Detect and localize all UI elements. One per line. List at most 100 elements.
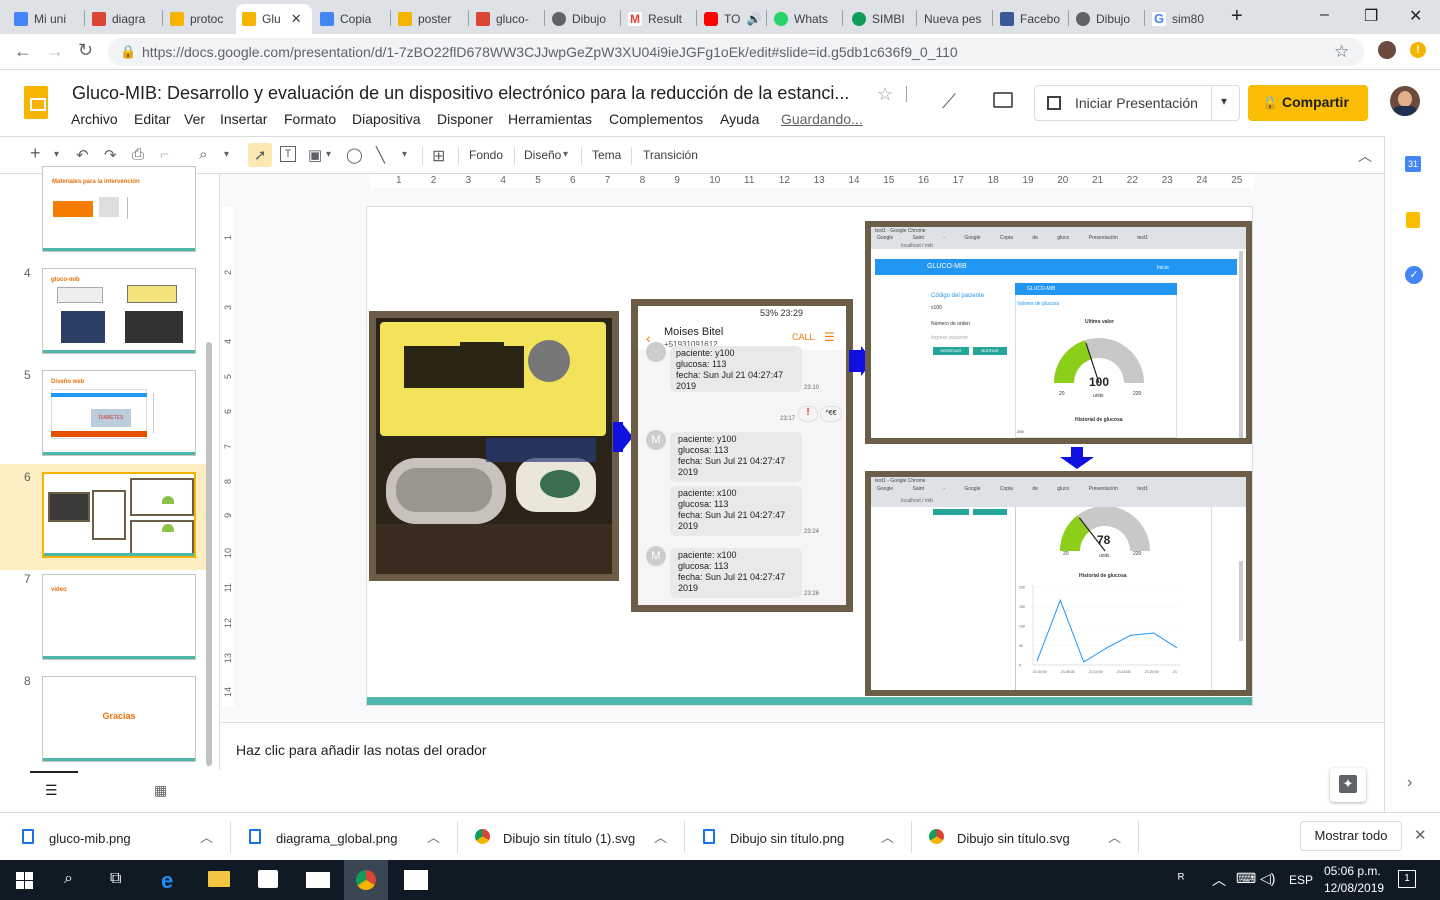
calendar-icon[interactable]: 31 [1405, 156, 1421, 172]
menu-ver[interactable]: Ver [184, 111, 205, 127]
speaker-notes[interactable] [221, 722, 1384, 812]
browser-tab[interactable]: TO 🔊 [698, 4, 766, 34]
chevron-up-icon[interactable]: ︿ [1108, 827, 1121, 846]
add-comment-icon[interactable]: ⊞ [432, 146, 445, 166]
print-icon[interactable]: ⎙ [132, 146, 144, 163]
task-view-icon[interactable]: ⧉ [110, 870, 121, 888]
browser-tab[interactable]: M Result [622, 4, 698, 34]
volume-icon[interactable]: ◁) [1260, 870, 1275, 887]
user-avatar[interactable] [1390, 86, 1420, 116]
chevron-down-icon[interactable]: ▾ [224, 149, 229, 160]
menu-archivo[interactable]: Archivo [71, 111, 118, 127]
browser-tab[interactable]: Whats [768, 4, 844, 34]
people-icon[interactable]: ᴿ [1178, 870, 1184, 886]
collapse-toolbar-icon[interactable]: ︿ [1358, 146, 1372, 166]
search-icon[interactable]: ⌕ [64, 870, 73, 888]
browser-tab[interactable]: SIMBI [846, 4, 922, 34]
show-all-button[interactable]: Mostrar todo [1300, 821, 1402, 851]
chevron-down-icon[interactable]: ▾ [54, 149, 59, 160]
close-downloads-icon[interactable]: ✕ [1414, 826, 1427, 844]
grid-view-icon[interactable]: ▦ [154, 782, 167, 799]
bookmark-star-icon[interactable]: ☆ [1334, 42, 1349, 62]
back-icon[interactable]: ← [14, 41, 32, 62]
chevron-down-icon[interactable]: ▾ [326, 149, 331, 160]
browser-tab[interactable]: Facebo [994, 4, 1070, 34]
comments-icon[interactable] [993, 92, 1013, 108]
chevron-down-icon[interactable]: ▾ [1221, 94, 1227, 108]
list-view-icon[interactable]: ☰ [45, 782, 58, 799]
slide-thumbnail[interactable]: Materiales para la intervención [42, 166, 196, 252]
menu-diapositiva[interactable]: Diapositiva [352, 111, 420, 127]
edge-icon[interactable]: e [161, 868, 173, 894]
browser-tab[interactable]: Nueva pes [918, 4, 994, 34]
chevron-down-icon[interactable]: ▾ [402, 149, 407, 160]
close-tab-icon[interactable]: ✕ [291, 11, 302, 27]
download-item[interactable]: Dibujo sin título.png [730, 831, 844, 846]
slide-thumbnail[interactable]: gluco-mib [42, 268, 196, 354]
chevron-up-icon[interactable]: ︿ [881, 827, 894, 846]
filmstrip-scrollbar[interactable] [206, 342, 212, 766]
minimize-button[interactable]: – [1320, 6, 1329, 24]
slide-thumbnail[interactable]: video [42, 574, 196, 660]
browser-tab-active[interactable]: Glu ✕ [236, 4, 312, 34]
slide-canvas[interactable]: 53% 23:29 ‹ Moises Bitel +51931091612 CA… [367, 207, 1252, 705]
browser-tab[interactable]: protoc [164, 4, 240, 34]
save-status[interactable]: Guardando... [781, 111, 863, 127]
slide-thumbnail-selected[interactable] [42, 472, 196, 558]
notification-center-icon[interactable]: 1 [1398, 870, 1416, 888]
slide-thumbnail[interactable]: Gracias [42, 676, 196, 762]
menu-editar[interactable]: Editar [134, 111, 171, 127]
browser-tab[interactable]: Copia [314, 4, 390, 34]
close-window-button[interactable]: ✕ [1409, 6, 1422, 26]
download-item[interactable]: Dibujo sin título (1).svg [503, 831, 635, 846]
tasks-icon[interactable]: ✓ [1405, 266, 1423, 284]
browser-tab[interactable]: Mi uni [8, 4, 84, 34]
present-button[interactable]: Iniciar Presentación ▾ [1034, 85, 1240, 121]
windows-start-icon[interactable] [16, 872, 33, 889]
clock-date[interactable]: 12/08/2019 [1324, 881, 1384, 895]
star-icon[interactable]: ☆ [877, 84, 893, 105]
image-icon[interactable]: ▣ [308, 146, 322, 164]
reload-icon[interactable]: ↻ [78, 40, 93, 61]
textbox-icon[interactable]: T [280, 146, 296, 162]
speaker-notes-placeholder[interactable]: Haz clic para añadir las notas del orado… [236, 742, 487, 758]
speaker-icon[interactable]: 🔊 [746, 12, 761, 26]
chevron-up-icon[interactable]: ︿ [200, 827, 213, 846]
download-item[interactable]: Dibujo sin título.svg [957, 831, 1070, 846]
network-icon[interactable]: ⌨ [1236, 870, 1256, 887]
paint-format-icon[interactable]: ⌐ [160, 146, 169, 163]
document-title[interactable]: Gluco-MIB: Desarrollo y evaluación de un… [72, 83, 849, 104]
profile-avatar[interactable] [1378, 41, 1396, 59]
new-slide-icon[interactable]: + [30, 143, 41, 164]
mail-icon[interactable] [306, 872, 330, 888]
undo-icon[interactable]: ↶ [76, 146, 89, 164]
tray-chevron-icon[interactable]: ︿ [1212, 870, 1226, 890]
forward-icon[interactable]: → [46, 41, 64, 62]
redo-icon[interactable]: ↷ [104, 146, 117, 164]
browser-tab[interactable]: poster [392, 4, 468, 34]
browser-tab[interactable]: Gsim80 [1146, 4, 1222, 34]
select-cursor-icon[interactable]: ➚ [254, 146, 267, 164]
download-item[interactable]: diagrama_global.png [276, 831, 397, 846]
browser-tab[interactable]: Dibujo [1070, 4, 1146, 34]
browser-tab[interactable]: diagra [86, 4, 162, 34]
menu-complementos[interactable]: Complementos [609, 111, 703, 127]
file-explorer-icon[interactable] [208, 871, 230, 887]
new-tab-button[interactable]: + [1231, 5, 1243, 28]
layout-button[interactable]: Diseño [524, 148, 561, 162]
chevron-down-icon[interactable]: ▾ [563, 149, 568, 160]
alert-icon[interactable]: ! [1410, 42, 1426, 58]
menu-formato[interactable]: Formato [284, 111, 336, 127]
shape-icon[interactable]: ◯ [346, 146, 363, 164]
zoom-icon[interactable]: ⌕ [199, 146, 207, 163]
menu-insertar[interactable]: Insertar [220, 111, 267, 127]
slide-thumbnail[interactable]: Diseño web DIABETES [42, 370, 196, 456]
store-icon[interactable] [258, 870, 278, 888]
activity-trend-icon[interactable]: ⟋ [942, 91, 956, 114]
menu-disponer[interactable]: Disponer [437, 111, 493, 127]
chevron-up-icon[interactable]: ︿ [654, 827, 667, 846]
share-button[interactable]: 🔒 Compartir [1248, 85, 1368, 121]
explore-button[interactable]: ✦ [1330, 768, 1366, 802]
browser-tab[interactable]: Dibujo [546, 4, 622, 34]
menu-ayuda[interactable]: Ayuda [720, 111, 759, 127]
